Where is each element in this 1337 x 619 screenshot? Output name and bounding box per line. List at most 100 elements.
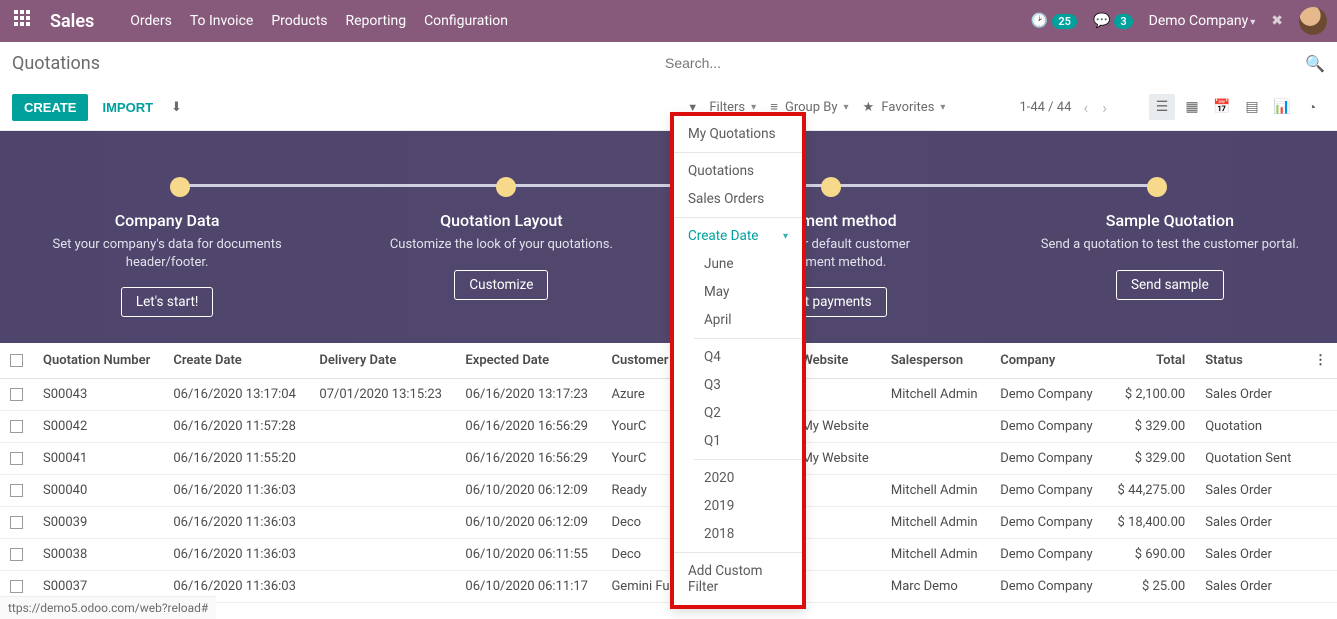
- pager-prev-icon[interactable]: ‹: [1081, 98, 1090, 117]
- cell-status: Quotation Sent: [1195, 443, 1304, 475]
- table-row[interactable]: S0004006/16/2020 11:36:03 06/10/2020 06:1…: [0, 475, 1337, 507]
- cell-total: $ 25.00: [1105, 571, 1195, 603]
- create-button[interactable]: CREATE: [12, 94, 88, 121]
- banner-desc: Send a quotation to test the customer po…: [1033, 236, 1307, 254]
- import-button[interactable]: IMPORT: [102, 100, 153, 115]
- cell-salesperson: Mitchell Admin: [881, 507, 990, 539]
- col-expected-date[interactable]: Expected Date: [455, 343, 601, 379]
- menu-orders[interactable]: Orders: [130, 13, 172, 29]
- cell-salesperson: [881, 443, 990, 475]
- cell-delivery-date: [309, 571, 455, 603]
- calendar-view-icon[interactable]: 📅: [1209, 94, 1235, 120]
- table-row[interactable]: S0004306/16/2020 13:17:0407/01/2020 13:1…: [0, 379, 1337, 411]
- cell-salesperson: Mitchell Admin: [881, 539, 990, 571]
- filter-my-quotations[interactable]: My Quotations: [674, 120, 802, 148]
- debug-icon[interactable]: ✖: [1271, 13, 1283, 29]
- row-checkbox[interactable]: [10, 548, 23, 561]
- kanban-view-icon[interactable]: ▦: [1179, 94, 1205, 120]
- brand[interactable]: Sales: [50, 11, 94, 32]
- row-checkbox[interactable]: [10, 452, 23, 465]
- filter-year-2019[interactable]: 2019: [674, 492, 802, 520]
- col-create-date[interactable]: Create Date: [163, 343, 309, 379]
- row-checkbox[interactable]: [10, 420, 23, 433]
- pager-next-icon[interactable]: ›: [1100, 98, 1109, 117]
- filter-quotations[interactable]: Quotations: [674, 157, 802, 185]
- col-delivery-date[interactable]: Delivery Date: [309, 343, 455, 379]
- col-options-icon[interactable]: ⋮: [1304, 343, 1337, 379]
- cell-total: $ 329.00: [1105, 443, 1195, 475]
- row-checkbox[interactable]: [10, 580, 23, 593]
- cell-total: $ 18,400.00: [1105, 507, 1195, 539]
- filter-year-2018[interactable]: 2018: [674, 520, 802, 548]
- filter-month-june[interactable]: June: [674, 250, 802, 278]
- filter-month-may[interactable]: May: [674, 278, 802, 306]
- cell-status: Quotation: [1195, 411, 1304, 443]
- filter-q1[interactable]: Q1: [674, 427, 802, 455]
- menu-configuration[interactable]: Configuration: [424, 13, 508, 29]
- table-row[interactable]: S0004206/16/2020 11:57:2806/16/2020 16:5…: [0, 411, 1337, 443]
- table-row[interactable]: S0003906/16/2020 11:36:0306/10/2020 06:1…: [0, 507, 1337, 539]
- cell-delivery-date: [309, 443, 455, 475]
- col-status[interactable]: Status: [1195, 343, 1304, 379]
- filter-q2[interactable]: Q2: [674, 399, 802, 427]
- select-all-checkbox[interactable]: [10, 354, 23, 367]
- menu-products[interactable]: Products: [271, 13, 327, 29]
- cell-expected-date: 06/16/2020 13:17:23: [455, 379, 601, 411]
- row-checkbox[interactable]: [10, 516, 23, 529]
- cell-number: S00040: [33, 475, 163, 507]
- filter-sales-orders[interactable]: Sales Orders: [674, 185, 802, 213]
- pivot-view-icon[interactable]: ▤: [1239, 94, 1265, 120]
- customize-button[interactable]: Customize: [454, 270, 548, 300]
- view-buttons: ☰ ▦ 📅 ▤ 📊 ◔: [1149, 94, 1325, 120]
- search-icon[interactable]: 🔍: [1305, 54, 1325, 73]
- send-sample-button[interactable]: Send sample: [1116, 270, 1224, 300]
- search-input[interactable]: [665, 55, 1305, 71]
- cell-company: Demo Company: [990, 475, 1105, 507]
- list-view-icon[interactable]: ☰: [1149, 94, 1175, 120]
- cell-expected-date: 06/10/2020 06:12:09: [455, 475, 601, 507]
- menu-reporting[interactable]: Reporting: [346, 13, 407, 29]
- menu-to-invoice[interactable]: To Invoice: [190, 13, 254, 29]
- topbar: Sales Orders To Invoice Products Reporti…: [0, 0, 1337, 42]
- download-icon[interactable]: ⬇: [171, 100, 182, 115]
- cell-number: S00042: [33, 411, 163, 443]
- filter-month-april[interactable]: April: [674, 306, 802, 334]
- chat-icon[interactable]: 💬3: [1093, 13, 1133, 29]
- activity-icon[interactable]: 🕑25: [1031, 13, 1077, 29]
- banner-desc: Set your company's data for documents he…: [30, 236, 304, 271]
- col-quotation-number[interactable]: Quotation Number: [33, 343, 163, 379]
- company-switcher[interactable]: Demo Company▾: [1149, 13, 1256, 29]
- cell-status: Sales Order: [1195, 571, 1304, 603]
- lets-start-button[interactable]: Let's start!: [121, 287, 214, 317]
- cell-number: S00038: [33, 539, 163, 571]
- cell-create-date: 06/16/2020 11:36:03: [163, 507, 309, 539]
- avatar[interactable]: [1299, 7, 1327, 35]
- col-salesperson[interactable]: Salesperson: [881, 343, 990, 379]
- table-row[interactable]: S0003806/16/2020 11:36:0306/10/2020 06:1…: [0, 539, 1337, 571]
- table-row[interactable]: S0004106/16/2020 11:55:2006/16/2020 16:5…: [0, 443, 1337, 475]
- filter-add-custom[interactable]: Add Custom Filter: [674, 557, 802, 601]
- cell-expected-date: 06/10/2020 06:11:17: [455, 571, 601, 603]
- cell-expected-date: 06/16/2020 16:56:29: [455, 411, 601, 443]
- cell-number: S00039: [33, 507, 163, 539]
- cell-expected-date: 06/16/2020 16:56:29: [455, 443, 601, 475]
- graph-view-icon[interactable]: 📊: [1269, 94, 1295, 120]
- quotations-table: Quotation Number Create Date Delivery Da…: [0, 343, 1337, 603]
- filter-q3[interactable]: Q3: [674, 371, 802, 399]
- activity-view-icon[interactable]: ◔: [1299, 94, 1325, 120]
- cell-status: Sales Order: [1195, 379, 1304, 411]
- cell-create-date: 06/16/2020 11:36:03: [163, 475, 309, 507]
- col-company[interactable]: Company: [990, 343, 1105, 379]
- row-checkbox[interactable]: [10, 484, 23, 497]
- filter-q4[interactable]: Q4: [674, 343, 802, 371]
- filters-menu: My Quotations Quotations Sales Orders Cr…: [670, 112, 806, 609]
- favorites-dropdown[interactable]: ★ Favorites▾: [863, 100, 946, 115]
- cell-delivery-date: [309, 475, 455, 507]
- row-checkbox[interactable]: [10, 388, 23, 401]
- filter-year-2020[interactable]: 2020: [674, 464, 802, 492]
- apps-icon[interactable]: [14, 10, 36, 32]
- filter-create-date[interactable]: Create Date▾: [674, 222, 802, 250]
- browser-status: ttps://demo5.odoo.com/web?reload#: [0, 596, 216, 619]
- pager-text[interactable]: 1-44 / 44: [1019, 100, 1071, 115]
- col-total[interactable]: Total: [1105, 343, 1195, 379]
